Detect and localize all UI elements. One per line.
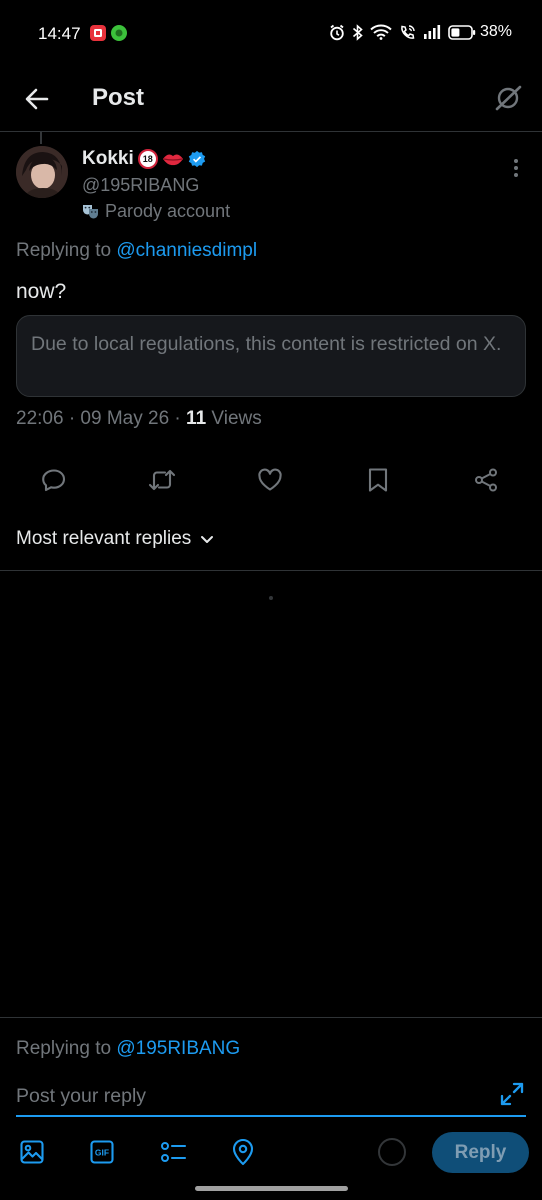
- bookmark-icon: [368, 468, 388, 492]
- avatar[interactable]: [16, 146, 68, 198]
- replying-prefix: Replying to: [16, 240, 117, 261]
- like-button[interactable]: [250, 460, 290, 500]
- add-gif-button[interactable]: GIF: [86, 1136, 118, 1168]
- poll-icon: [161, 1142, 187, 1162]
- lips-emoji: [162, 151, 184, 167]
- more-options-button[interactable]: [506, 156, 526, 180]
- author-handle[interactable]: @195RIBANG: [82, 175, 199, 196]
- views-count: 11: [186, 408, 207, 429]
- expand-composer-button[interactable]: [498, 1080, 526, 1108]
- system-status-icons: 38%: [329, 23, 512, 41]
- battery-percent: 38%: [479, 23, 512, 40]
- post-text: now?: [16, 280, 67, 303]
- composer-replying-to-line: Replying to @195RIBANG: [16, 1038, 240, 1060]
- status-bar: 14:47 38%: [0, 0, 542, 66]
- alarm-icon: [330, 24, 344, 40]
- post-timestamp: 22:06 · 09 May 26 ·: [16, 408, 187, 429]
- reply-submit-button[interactable]: Reply: [432, 1132, 529, 1173]
- more-dot-icon: [514, 159, 518, 163]
- post-action-bar: [0, 460, 542, 500]
- author-name[interactable]: Kokki 18: [82, 148, 206, 170]
- verified-badge-icon: [188, 150, 205, 168]
- restricted-content-notice: Due to local regulations, this content i…: [16, 315, 526, 397]
- composer-divider: [0, 1017, 542, 1018]
- status-time: 14:47: [38, 24, 81, 43]
- add-image-button[interactable]: [16, 1136, 48, 1168]
- gif-icon: GIF: [90, 1140, 114, 1164]
- battery-status: 38%: [448, 23, 512, 41]
- parody-label-text: Parody account: [105, 201, 231, 221]
- replies-divider: [0, 570, 542, 571]
- reply-input-underline: [16, 1115, 526, 1117]
- replies-sort-dropdown[interactable]: Most relevant replies: [16, 528, 215, 550]
- add-poll-button[interactable]: [157, 1136, 189, 1168]
- home-indicator[interactable]: [195, 1186, 348, 1191]
- battery-icon: [448, 24, 476, 40]
- reply-button[interactable]: [34, 460, 74, 500]
- bluetooth-icon: [352, 23, 363, 41]
- post-metadata: 22:06 · 09 May 26 · 11 Views: [16, 408, 262, 430]
- location-icon: [232, 1138, 254, 1166]
- post-screen: 14:47 38% Post Kokki 18 @195RIBANG Parod…: [0, 0, 542, 1200]
- green-app-icon: [111, 25, 127, 41]
- 18-plus-emoji: 18: [137, 149, 158, 169]
- character-count-ring: [378, 1138, 406, 1166]
- share-button[interactable]: [466, 460, 506, 500]
- parody-label: Parody account: [82, 201, 230, 222]
- back-button[interactable]: [20, 82, 54, 116]
- more-dot-icon: [514, 173, 518, 177]
- image-icon: [20, 1140, 44, 1164]
- wifi-icon: [370, 24, 392, 40]
- arrow-left-icon: [25, 88, 49, 110]
- replying-to-mention[interactable]: @channiesdimpl: [116, 240, 257, 261]
- replying-to-line: Replying to @channiesdimpl: [16, 240, 257, 262]
- red-app-icon: [90, 25, 106, 41]
- add-location-button[interactable]: [227, 1136, 259, 1168]
- reply-input[interactable]: [16, 1080, 486, 1112]
- expand-icon: [500, 1082, 524, 1106]
- parody-masks-icon: [83, 205, 98, 219]
- composer-replying-to-mention[interactable]: @195RIBANG: [116, 1038, 240, 1059]
- share-icon: [475, 468, 497, 492]
- replies-sort-label: Most relevant replies: [16, 528, 192, 549]
- signal-icon: [423, 25, 441, 39]
- reply-icon: [42, 469, 66, 492]
- thread-connector-line: [40, 132, 42, 144]
- page-title: Post: [92, 84, 145, 111]
- gif-label: GIF: [95, 1148, 109, 1158]
- composer-replying-prefix: Replying to: [16, 1038, 117, 1059]
- repost-icon: [148, 469, 176, 491]
- repost-button[interactable]: [142, 460, 182, 500]
- wifi-calling-icon: [401, 24, 415, 39]
- top-app-bar: Post: [0, 66, 542, 132]
- grok-icon: [495, 85, 522, 111]
- bookmark-button[interactable]: [358, 460, 398, 500]
- views-label: Views: [206, 408, 262, 429]
- like-icon: [258, 468, 282, 491]
- grok-button[interactable]: [490, 80, 526, 116]
- more-dot-icon: [514, 166, 518, 170]
- chevron-down-icon: [201, 536, 214, 543]
- author-name-text: Kokki: [82, 148, 134, 169]
- loading-indicator: [269, 596, 273, 600]
